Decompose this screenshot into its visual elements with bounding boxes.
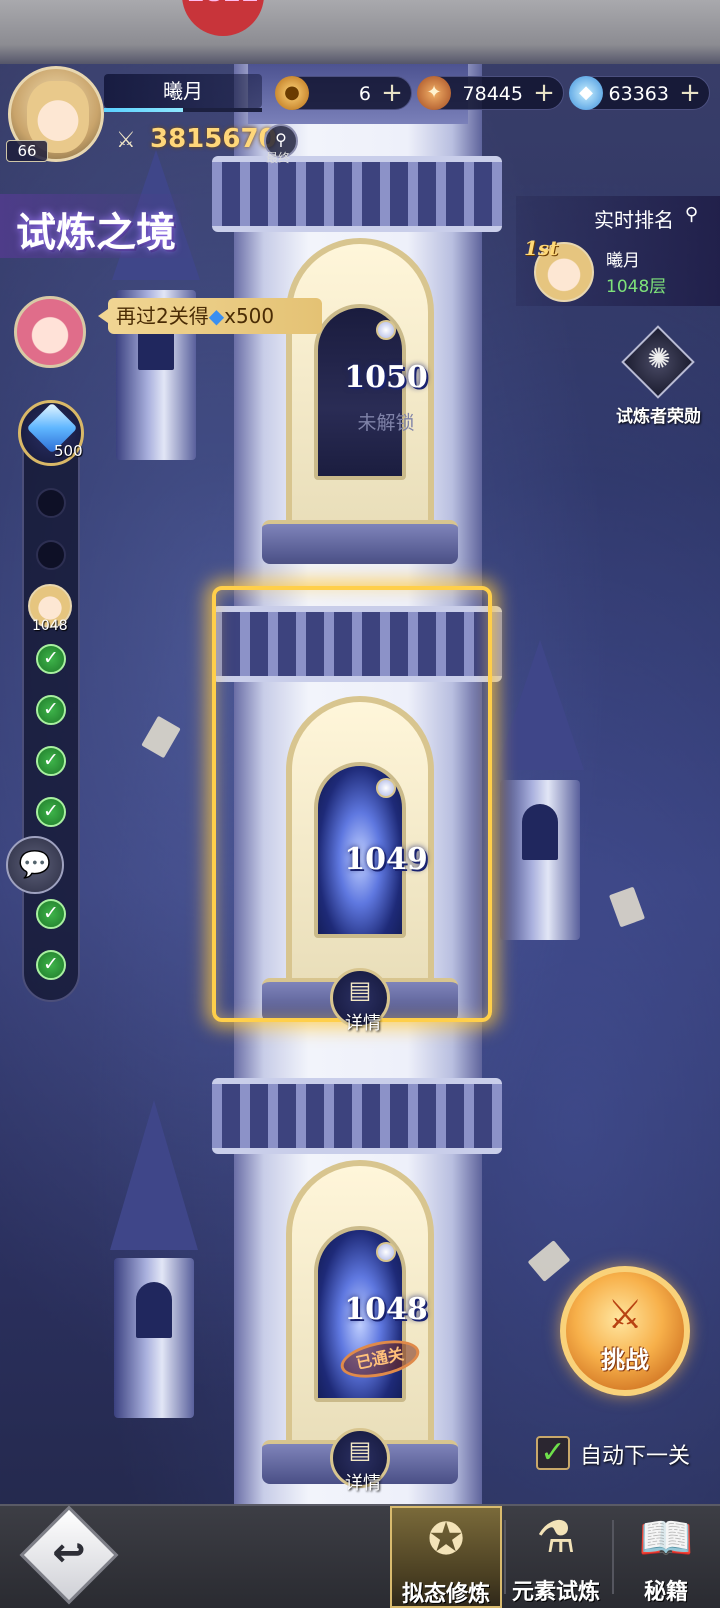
tower-balcony <box>212 156 502 232</box>
player-name: 曦月 <box>104 74 262 108</box>
combat-power: 3815670 <box>150 124 277 154</box>
power-search-label: 最终 <box>266 151 291 165</box>
tab-label: 元素试炼 <box>511 1580 600 1605</box>
chat-bubble-icon: 💬 <box>18 850 52 880</box>
top-status-strip <box>0 0 720 64</box>
coin-icon: ● <box>275 76 309 110</box>
progress-node-completed: ✓ <box>36 797 66 827</box>
floor-cell-1048[interactable]: 1048 已通关 <box>286 1160 434 1466</box>
progress-node-completed: ✓ <box>36 746 66 776</box>
rank-badge: 1st <box>524 236 559 260</box>
tower-balcony <box>212 1078 502 1154</box>
hint-suffix: x500 <box>224 304 275 328</box>
resource-coin: ● 6 + <box>275 76 412 110</box>
progress-node-completed: ✓ <box>36 695 66 725</box>
page-title: 试炼之境 <box>16 209 176 256</box>
challenge-label: 挑战 <box>601 1346 649 1374</box>
progress-current-floor: 1048 <box>32 618 68 634</box>
floor-number: 1048 <box>344 1292 428 1327</box>
stone-icon: ✦ <box>417 76 451 110</box>
honor-label[interactable]: 试炼者荣勋 <box>616 402 701 427</box>
player-level: 66 <box>6 140 48 162</box>
auto-next-label[interactable]: 自动下一关 <box>580 1438 690 1470</box>
floor-orb <box>376 320 396 340</box>
tab-element-trial[interactable]: ⚗ 元素试炼 <box>500 1506 612 1608</box>
book-icon: ▤ <box>348 1436 372 1464</box>
auto-next-checkbox[interactable]: ✓ <box>536 1436 570 1470</box>
progress-node-completed: ✓ <box>36 950 66 980</box>
reward-hint-bubble: 再过2关得◆x500 <box>98 298 322 334</box>
tab-secret-manual[interactable]: 📖 秘籍 <box>610 1506 720 1608</box>
detail-label: 详情 <box>345 1473 381 1494</box>
crossed-swords-icon: ⚔ <box>607 1292 643 1338</box>
honor-emblem-icon: ✺ <box>647 342 671 375</box>
challenge-button[interactable]: ⚔ 挑战 <box>560 1266 690 1396</box>
mimic-emblem-icon: ✪ <box>427 1514 465 1565</box>
book-icon: 📖 <box>638 1513 694 1564</box>
add-stone-button[interactable]: + <box>531 80 557 107</box>
resource-value: 78445 <box>462 83 523 105</box>
detail-label: 详情 <box>345 1013 381 1034</box>
floor-number: 1050 <box>344 360 428 395</box>
tab-mimic-training[interactable]: ✪ 拟态修炼 <box>390 1506 502 1608</box>
flask-icon: ⚗ <box>536 1512 576 1563</box>
progress-node-locked <box>36 488 66 518</box>
rank-player-name: 曦月 <box>606 251 640 271</box>
floor-detail-button[interactable]: ▤ 详情 <box>330 1428 390 1494</box>
add-diamond-button[interactable]: + <box>677 80 703 107</box>
resource-value: 6 <box>358 83 371 105</box>
floor-portal: 1048 已通关 <box>314 1226 428 1402</box>
floor-door-locked: 1050 未解锁 <box>314 304 428 480</box>
rank-player-floor: 1048层 <box>606 277 667 297</box>
current-floor-highlight <box>212 586 492 1022</box>
floor-detail-button[interactable]: ▤ 详情 <box>330 968 390 1034</box>
book-icon: ▤ <box>348 976 372 1004</box>
floor-locked-text: 未解锁 <box>357 412 415 434</box>
tab-label: 秘籍 <box>643 1580 688 1605</box>
guide-npc-avatar[interactable] <box>14 296 86 368</box>
floating-page <box>608 886 646 928</box>
exp-bar <box>104 108 262 112</box>
search-icon: ⚲ <box>275 130 287 149</box>
resource-value: 63363 <box>608 83 669 105</box>
floor-cell-1050[interactable]: 1050 未解锁 <box>286 238 434 544</box>
progress-node-locked <box>36 540 66 570</box>
exp-bar-fill <box>104 108 183 112</box>
floating-page <box>527 1240 571 1282</box>
progress-node-completed: ✓ <box>36 899 66 929</box>
resource-stone: ✦ 78445 + <box>417 76 564 110</box>
progress-node-completed: ✓ <box>36 644 66 674</box>
floating-page <box>141 715 181 759</box>
resource-diamond: ◆ 63363 + <box>569 76 710 110</box>
tab-label: 拟态修炼 <box>401 1582 490 1607</box>
reward-count: 500 <box>54 442 83 460</box>
diamond-icon: ◆ <box>208 304 225 328</box>
ranking-title[interactable]: 实时排名 <box>594 204 674 233</box>
floor-orb <box>376 1242 396 1262</box>
cleared-stamp: 已通关 <box>337 1334 423 1384</box>
chat-button[interactable]: 💬 <box>6 836 64 894</box>
floor-base <box>262 520 458 564</box>
add-coin-button[interactable]: + <box>379 80 405 107</box>
diamond-icon: ◆ <box>569 76 603 110</box>
search-icon[interactable]: ⚲ <box>685 204 698 225</box>
crossed-swords-icon: ⚔ <box>116 128 136 153</box>
back-arrow-icon: ↩ <box>52 1530 86 1576</box>
hint-prefix: 再过2关得 <box>116 304 209 328</box>
